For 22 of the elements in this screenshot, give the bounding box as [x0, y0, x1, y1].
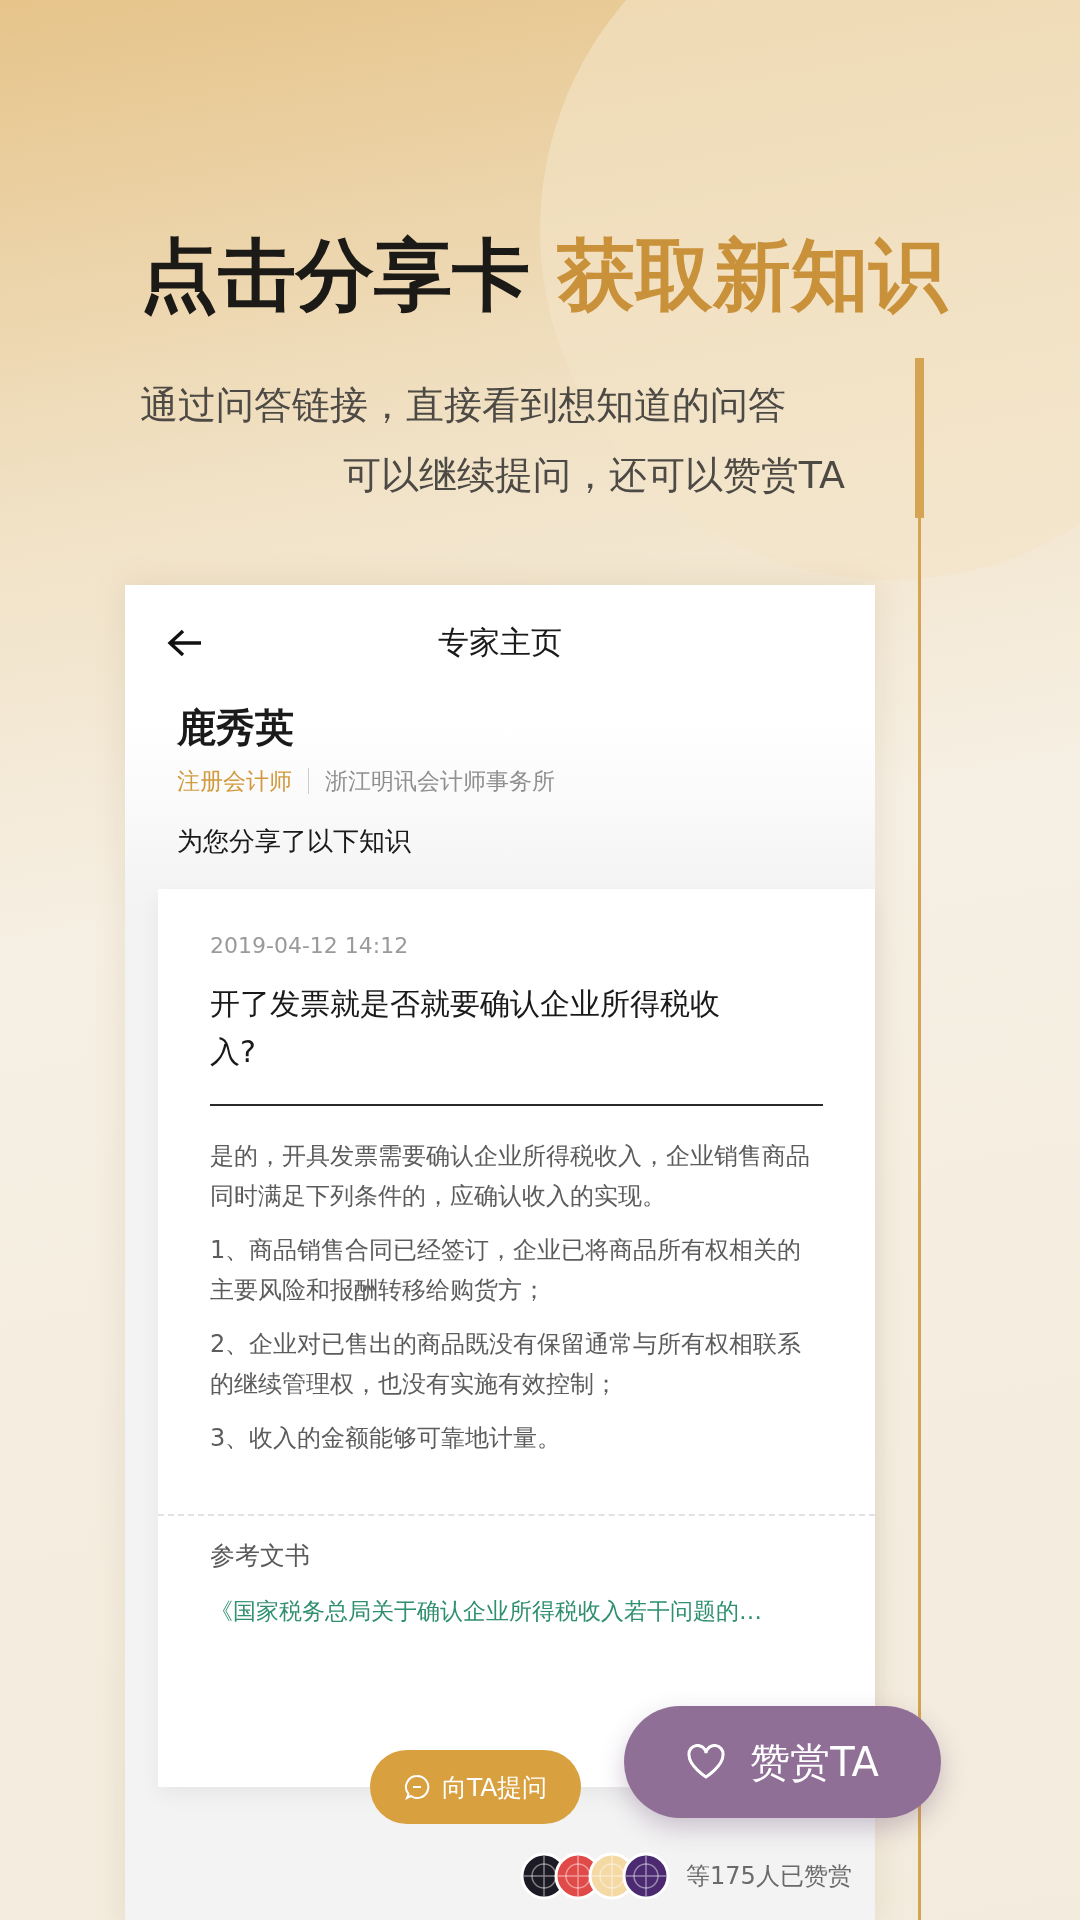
subtitle-line: 可以继续提问，还可以赞赏TA [342, 452, 845, 499]
reference-link[interactable]: 《国家税务总局关于确认企业所得税收入若干问题的… [210, 1596, 823, 1627]
share-intro: 为您分享了以下知识 [177, 825, 412, 858]
expert-firm: 浙江明讯会计师事务所 [325, 767, 555, 796]
answer-paragraph: 1、商品销售合同已经签订，企业已将商品所有权相关的主要风险和报酬转移给购货方； [210, 1235, 803, 1306]
screen-title: 专家主页 [438, 622, 562, 662]
subtitle-line: 通过问答链接，直接看到想知道的问答 [140, 382, 786, 429]
expert-title: 注册会计师 [177, 767, 292, 796]
reward-button[interactable]: 赞赏TA [624, 1706, 941, 1818]
answer-date: 2019-04-12 14:12 [210, 933, 410, 958]
answer-paragraph: 2、企业对已售出的商品既没有保留通常与所有权相联系的继续管理权，也没有实施有效控制； [210, 1329, 803, 1400]
ask-button[interactable]: 向TA提问 [370, 1750, 582, 1824]
expert-name: 鹿秀英 [177, 704, 295, 752]
chat-bubble-icon [404, 1774, 430, 1800]
answer-paragraph: 3、收入的金额能够可靠地计量。 [210, 1423, 563, 1454]
reference-label: 参考文书 [210, 1540, 311, 1572]
supporter-count: 等175人已赞赏 [686, 1861, 852, 1892]
back-arrow-icon[interactable] [167, 628, 203, 658]
headline: 点击分享卡 获取新知识 [140, 229, 948, 320]
question-text: 开了发票就是否就要确认企业所得税收入? [210, 985, 721, 1071]
answer-paragraph: 是的，开具发票需要确认企业所得税收入，企业销售商品同时满足下列条件的，应确认收入的实现。 [210, 1141, 811, 1212]
heart-icon [686, 1744, 727, 1780]
